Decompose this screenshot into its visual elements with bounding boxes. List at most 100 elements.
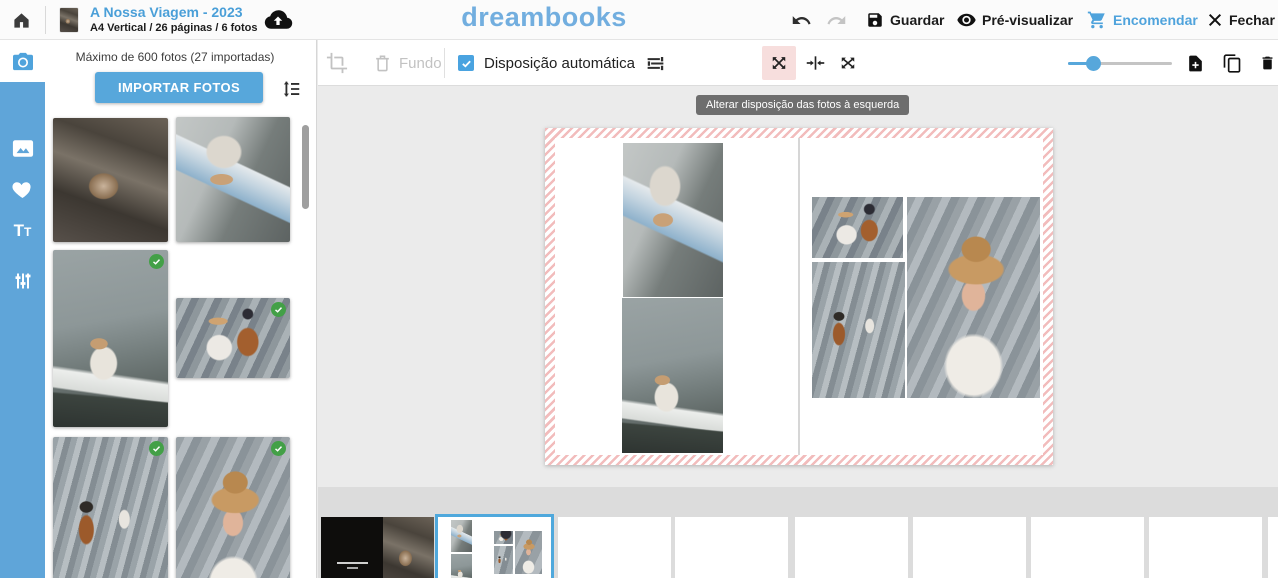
eye-icon [955,10,978,30]
book-title: A Nossa Viagem - 2023 [90,4,258,22]
app-logo: dreambooks [459,2,629,33]
auto-layout-label: Disposição automática [484,55,635,72]
topbar-divider [45,6,46,34]
photo-used-check-icon [149,441,164,456]
toolbar-divider [444,48,445,78]
page-thumbnail-cover[interactable] [321,517,434,578]
home-button[interactable] [12,0,31,40]
spread-photo-man-leaning-on-rocks[interactable] [812,262,905,398]
shuffle-right-layout-button[interactable] [838,40,858,86]
photo-thumb-woman-sitting-on-boat[interactable] [53,250,168,427]
page-thumbnail-blank[interactable] [1149,517,1262,578]
text-icon: TT [14,222,32,239]
spread-photo-woman-with-hat[interactable] [907,197,1040,398]
close-icon [1207,12,1223,28]
home-icon [12,11,31,30]
trash-icon [1259,53,1276,73]
crop-icon [326,52,348,74]
spread-photo-couple-portrait[interactable] [812,197,903,258]
sidebar-item-favorites[interactable] [0,168,45,208]
delete-page-button[interactable] [1259,40,1276,86]
cover-title-line [337,562,368,564]
book-cover-thumbnail [60,8,78,32]
pages-strip [318,487,1278,578]
page-thumbnail-blank[interactable] [1031,517,1144,578]
close-button[interactable]: Fechar [1207,0,1275,40]
layout-settings-icon[interactable] [645,53,666,74]
add-page-icon [1186,53,1205,74]
photo-thumb-woman-in-canyon[interactable] [53,118,168,242]
photo-thumb-woman-with-hat[interactable] [176,437,290,578]
mini-photo [515,531,542,574]
sort-icon [280,78,302,100]
page-thumbnail-blank[interactable] [675,517,788,578]
image-icon [12,139,34,158]
zoom-slider-thumb[interactable] [1086,56,1101,71]
mini-photo [494,531,513,544]
photo-thumb-couple-portrait[interactable] [176,298,290,378]
add-page-button[interactable] [1186,40,1205,86]
copy-icon [1222,53,1242,74]
zoom-slider[interactable] [1068,54,1172,72]
sidebar-item-options[interactable] [0,261,45,301]
import-photos-button[interactable]: IMPORTAR FOTOS [95,72,263,103]
save-button[interactable]: Guardar [866,0,944,40]
sidebar-item-photos[interactable] [0,42,45,82]
shuffle-icon [769,53,789,73]
cover-subtitle-line [347,567,358,569]
sidebar: TT [0,40,45,578]
merge-arrows-icon [804,53,827,73]
background-button[interactable]: Fundo [373,40,442,86]
crop-button[interactable] [326,40,348,86]
spread-toolbar: Fundo Disposição automática [318,40,1278,86]
tune-icon [13,271,33,291]
photos-limit-text: Máximo de 600 fotos (27 importadas) [45,50,305,64]
photo-used-check-icon [271,441,286,456]
page-thumbnail-blank[interactable] [558,517,671,578]
mini-photo [451,520,472,552]
checkmark-icon [461,58,472,69]
camera-icon [12,52,34,72]
auto-layout-checkbox[interactable] [458,55,474,71]
sidebar-item-layouts[interactable] [0,128,45,168]
order-label: Encomendar [1113,12,1198,28]
photo-thumb-woman-leaning-from-boat[interactable] [176,117,290,242]
duplicate-page-button[interactable] [1222,40,1242,86]
save-label: Guardar [890,12,944,28]
panel-scrollbar-thumb[interactable] [302,125,309,209]
trash-icon [373,53,392,73]
page-thumbnail-blank[interactable] [795,517,908,578]
book-subtitle: A4 Vertical / 26 páginas / 6 fotos [90,22,258,36]
mini-photo [451,554,472,578]
preview-label: Pré-visualizar [982,12,1073,28]
topbar: A Nossa Viagem - 2023 A4 Vertical / 26 p… [0,0,1278,40]
merge-pages-button[interactable] [804,40,827,86]
spread-photo-woman-sitting-on-boat[interactable] [622,298,723,453]
sidebar-item-text[interactable]: TT [0,210,45,250]
cover-front [321,517,383,578]
preview-button[interactable]: Pré-visualizar [955,0,1073,40]
mini-photo [494,546,513,574]
save-icon [866,11,884,29]
spread-pages [555,138,1043,455]
cart-icon [1087,10,1107,30]
tooltip: Alterar disposição das fotos à esquerda [696,95,909,115]
background-label: Fundo [399,55,442,72]
page-fold [798,138,800,455]
cover-photo [383,517,434,578]
spread-photo-woman-leaning-from-boat[interactable] [623,143,723,297]
page-thumbnail-current-spread[interactable] [435,514,554,578]
photos-panel: Máximo de 600 fotos (27 importadas) IMPO… [45,40,317,578]
cloud-sync [263,0,293,40]
page-thumbnail-blank[interactable] [913,517,1026,578]
sort-photos-button[interactable] [279,77,303,101]
shuffle-left-layout-button[interactable] [762,46,796,80]
cloud-upload-icon [263,7,293,33]
book-spread [545,128,1053,465]
book-info: A Nossa Viagem - 2023 A4 Vertical / 26 p… [90,4,258,35]
page-thumbnail-blank[interactable] [1268,517,1278,578]
redo-button[interactable] [826,0,847,40]
order-button[interactable]: Encomendar [1087,0,1198,40]
undo-button[interactable] [791,0,812,40]
photo-thumb-man-leaning-on-rocks[interactable] [53,437,168,578]
